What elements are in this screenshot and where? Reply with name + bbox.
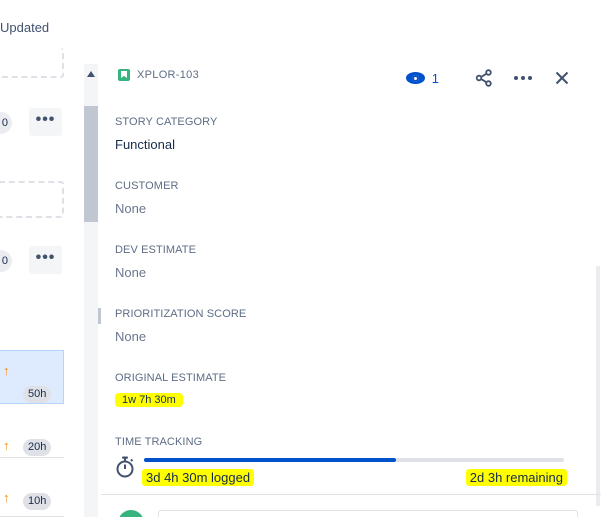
comment-input[interactable] [158, 510, 578, 517]
share-icon [475, 69, 492, 87]
field-customer: CUSTOMER None [115, 180, 179, 216]
field-prioritization-score: PRIORITIZATION SCORE None [115, 308, 246, 344]
field-label: ORIGINAL ESTIMATE [115, 372, 227, 384]
backlog-scrollbar[interactable] [84, 64, 98, 517]
scrollbar-thumb[interactable] [84, 106, 98, 222]
issue-detail-panel: XPLOR-103 1 STORY CATEGORY Functional CU… [101, 56, 601, 517]
field-original-estimate: ORIGINAL ESTIMATE 1w 7h 30m [115, 372, 226, 408]
time-tracking[interactable]: TIME TRACKING 3d 4h 30m logged 2d 3h rem… [115, 436, 575, 494]
empty-drop-zone [0, 48, 64, 78]
watch-button[interactable]: 1 [405, 70, 439, 86]
original-estimate-value[interactable]: 1w 7h 30m [115, 393, 183, 407]
field-dev-estimate: DEV ESTIMATE None [115, 244, 196, 280]
empty-drop-zone [0, 181, 64, 218]
app-window: Updated 0 ••• 0 ••• ↑ 50h ↑ 20h ↑ 10h XP… [0, 0, 601, 517]
sprint-more-button[interactable]: ••• [29, 246, 62, 274]
avatar [118, 510, 144, 517]
field-label: PRIORITIZATION SCORE [115, 308, 247, 320]
share-button[interactable] [469, 66, 499, 90]
count-pill: 0 [0, 250, 12, 272]
field-story-category: STORY CATEGORY Functional [115, 116, 217, 152]
time-logged: 3d 4h 30m logged [142, 469, 255, 486]
field-value[interactable]: None [115, 329, 246, 344]
table-row[interactable]: ↑ 10h [0, 458, 64, 517]
sprint-more-button[interactable]: ••• [29, 108, 62, 136]
field-value[interactable]: None [115, 265, 196, 280]
count-pill: 0 [0, 112, 12, 134]
column-header-updated[interactable]: Updated [0, 20, 49, 35]
time-progress-track [144, 458, 564, 462]
field-value[interactable]: None [115, 201, 179, 216]
time-progress-fill [144, 458, 396, 462]
field-value[interactable]: Functional [115, 137, 217, 152]
table-row[interactable]: ↑ 50h [0, 350, 64, 404]
estimate-badge: 10h [23, 493, 52, 510]
panel-scroll-track[interactable] [596, 266, 600, 506]
estimate-badge: 50h [23, 386, 52, 403]
backlog-list: Updated 0 ••• 0 ••• ↑ 50h ↑ 20h ↑ 10h [0, 0, 84, 517]
issue-key-link[interactable]: XPLOR-103 [118, 69, 199, 81]
priority-arrow-up-icon: ↑ [3, 490, 10, 505]
section-divider [101, 494, 601, 495]
time-tracking-bar[interactable]: 3d 4h 30m logged 2d 3h remaining [115, 454, 575, 494]
time-remaining: 2d 3h remaining [465, 469, 567, 486]
issue-header-actions: 1 [405, 66, 601, 90]
priority-arrow-up-icon: ↑ [3, 438, 10, 453]
scroll-up-arrow-icon[interactable] [87, 71, 95, 77]
more-actions-button[interactable] [508, 66, 538, 90]
eye-icon [405, 72, 425, 84]
field-label: TIME TRACKING [115, 436, 203, 448]
issue-key[interactable]: XPLOR-103 [137, 69, 199, 81]
field-label: STORY CATEGORY [115, 116, 218, 128]
close-button[interactable] [547, 66, 577, 90]
more-icon [514, 76, 532, 80]
watchers-count: 1 [431, 70, 439, 86]
story-icon [118, 69, 130, 81]
priority-arrow-up-icon: ↑ [3, 363, 10, 378]
estimate-badge: 20h [23, 439, 52, 456]
field-label: DEV ESTIMATE [115, 244, 197, 256]
close-icon [555, 71, 569, 85]
table-row[interactable]: ↑ 20h [0, 404, 64, 458]
stopwatch-icon [116, 456, 134, 478]
field-label: CUSTOMER [115, 180, 179, 192]
